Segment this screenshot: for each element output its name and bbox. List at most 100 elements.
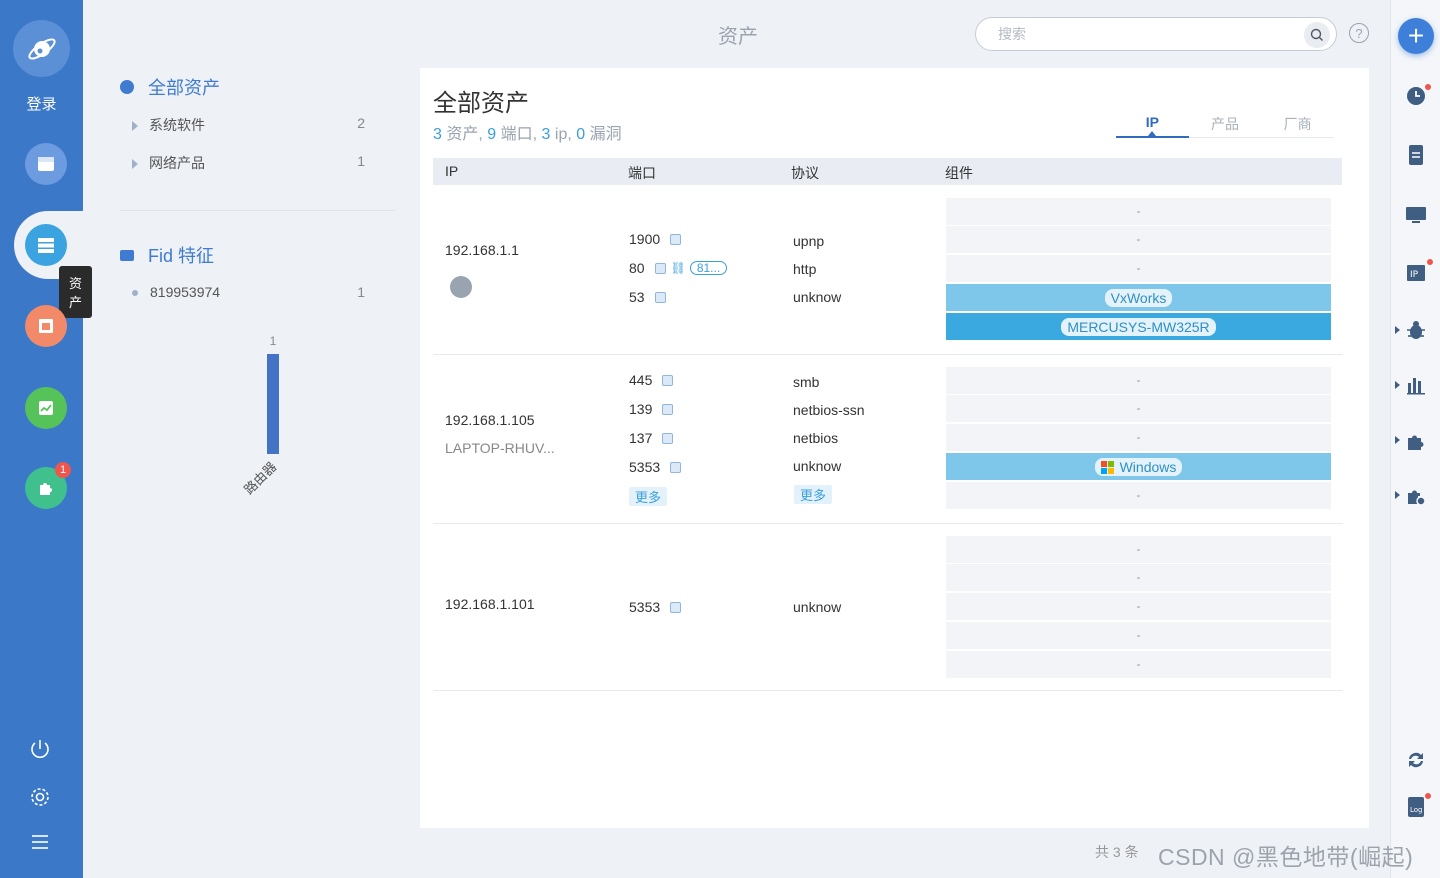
filter-item-label: 系统软件	[149, 117, 205, 133]
bullet-dot-icon	[132, 290, 138, 297]
fid-item-label: 819953974	[150, 284, 221, 300]
component-cell: -	[946, 564, 1331, 591]
port-item[interactable]: 53	[629, 289, 666, 305]
help-icon[interactable]: ?	[1349, 23, 1369, 43]
ip-address[interactable]: 192.168.1.1	[445, 242, 519, 258]
bug-icon[interactable]	[1404, 318, 1428, 342]
fid-item-count: 1	[357, 284, 365, 300]
dashboard-icon[interactable]	[25, 143, 67, 185]
refresh-icon[interactable]	[1404, 748, 1428, 772]
more-protocols-button[interactable]: 更多	[794, 485, 833, 504]
chart-bar[interactable]	[267, 354, 279, 454]
report-icon[interactable]	[25, 305, 67, 347]
port-item[interactable]: 137	[629, 430, 674, 446]
ip-address[interactable]: 192.168.1.101	[445, 596, 535, 612]
filter-item-network-products[interactable]: 网络产品 1	[132, 153, 365, 173]
watermark-text: CSDN @黑色地带(崛起)	[1158, 844, 1414, 870]
component-cell: VxWorks	[946, 284, 1331, 311]
add-icon[interactable]: +	[1398, 18, 1434, 54]
component-cell: -	[946, 482, 1331, 509]
port-detail-icon[interactable]	[670, 601, 682, 613]
port-item[interactable]: 80 ⛓ 81...	[629, 260, 728, 276]
bar-category-label: 路由器	[241, 459, 280, 498]
component-cell: -	[946, 651, 1331, 678]
ip-address[interactable]: 192.168.1.105	[445, 412, 535, 428]
svg-text:IP: IP	[1410, 270, 1419, 280]
log-icon[interactable]: Log	[1404, 795, 1428, 819]
port-item[interactable]: 445	[629, 372, 674, 388]
card-title: 全部资产	[433, 90, 529, 117]
menu-icon[interactable]	[28, 830, 52, 860]
windows-logo-icon	[1100, 460, 1114, 474]
port-detail-icon[interactable]	[670, 461, 682, 473]
total-count: 共 3 条	[1095, 844, 1139, 860]
more-ports-button[interactable]: 更多	[629, 487, 668, 506]
expand-arrow-icon[interactable]	[1395, 491, 1400, 499]
port-detail-icon[interactable]	[662, 374, 674, 386]
component-cell: -	[946, 593, 1331, 620]
document-icon[interactable]	[1404, 143, 1428, 167]
component-cell: -	[946, 536, 1331, 563]
link-icon[interactable]: ⛓	[671, 261, 686, 275]
fid-features-header: Fid 特征	[120, 242, 214, 268]
filter-item-count: 1	[357, 153, 365, 169]
port-link-chip[interactable]: 81...	[689, 261, 728, 275]
power-icon[interactable]	[28, 737, 52, 767]
nav-tooltip: 资产	[59, 266, 93, 318]
chart-icon[interactable]	[25, 387, 67, 429]
port-detail-icon[interactable]	[654, 262, 666, 274]
component-cell: -	[946, 367, 1331, 394]
plugin-settings-icon[interactable]	[1404, 484, 1428, 508]
ip-icon[interactable]: IP	[1404, 262, 1428, 286]
table-row[interactable]: 192.168.1.105 LAPTOP-RHUV... 445 139 137…	[433, 355, 1343, 524]
port-item[interactable]: 5353	[629, 599, 682, 615]
port-item[interactable]: 5353	[629, 459, 682, 475]
tab-vendor[interactable]: 厂商	[1261, 114, 1334, 137]
protocol-label: unknow	[793, 599, 842, 615]
router-os-icon	[450, 276, 472, 298]
port-item[interactable]: 1900	[629, 231, 682, 247]
expand-arrow-icon[interactable]	[1395, 436, 1400, 444]
tab-ip[interactable]: IP	[1116, 114, 1189, 138]
assets-card: 全部资产 3 资产, 9 端口, 3 ip, 0 漏洞 IP 产品 厂商 IP …	[420, 68, 1369, 828]
search-icon[interactable]	[1304, 22, 1330, 48]
component-cell: Windows	[946, 453, 1331, 480]
protocol-label: netbios	[793, 430, 839, 446]
plugin-icon[interactable]	[1404, 429, 1428, 453]
component-cell: -	[946, 424, 1331, 451]
component-chip[interactable]: Windows	[1094, 457, 1183, 476]
right-toolbar: + IP Log	[1390, 0, 1440, 878]
hostname: LAPTOP-RHUV...	[445, 440, 555, 456]
settings-icon[interactable]	[28, 785, 52, 815]
bar-chart-icon[interactable]	[1404, 373, 1428, 397]
component-cell: -	[946, 395, 1331, 422]
port-detail-icon[interactable]	[654, 291, 666, 303]
port-detail-icon[interactable]	[662, 432, 674, 444]
assets-icon[interactable]	[25, 224, 67, 266]
component-chip[interactable]: VxWorks	[1104, 288, 1173, 307]
monitor-icon[interactable]	[1404, 203, 1428, 227]
expand-arrow-icon[interactable]	[1395, 381, 1400, 389]
apps-badge: 1	[55, 462, 71, 478]
search-input[interactable]	[998, 18, 1298, 50]
port-detail-icon[interactable]	[670, 233, 682, 245]
tab-product[interactable]: 产品	[1189, 114, 1262, 137]
filter-item-count: 2	[357, 115, 365, 131]
login-link[interactable]: 登录	[0, 93, 83, 114]
component-cell: MERCUSYS-MW325R	[946, 313, 1331, 340]
fid-title: Fid 特征	[148, 246, 215, 266]
notification-dot	[1427, 259, 1433, 265]
filter-item-label: 网络产品	[149, 155, 205, 171]
table-row[interactable]: 192.168.1.101 5353 unknow - - - - -	[433, 524, 1343, 691]
all-assets-filter[interactable]: 全部资产	[120, 74, 220, 100]
component-chip[interactable]: MERCUSYS-MW325R	[1061, 317, 1216, 336]
port-item[interactable]: 139	[629, 401, 674, 417]
col-component: 组件	[945, 165, 973, 181]
port-detail-icon[interactable]	[662, 403, 674, 415]
expand-arrow-icon[interactable]	[1395, 326, 1400, 334]
fid-item[interactable]: 819953974 1	[132, 284, 365, 300]
left-sidebar: 登录 资产 1	[0, 0, 114, 878]
caret-right-icon	[132, 121, 138, 132]
filter-item-system-software[interactable]: 系统软件 2	[132, 115, 365, 135]
table-row[interactable]: 192.168.1.1 1900 80 ⛓ 81... 53 upnp http u…	[433, 186, 1343, 355]
